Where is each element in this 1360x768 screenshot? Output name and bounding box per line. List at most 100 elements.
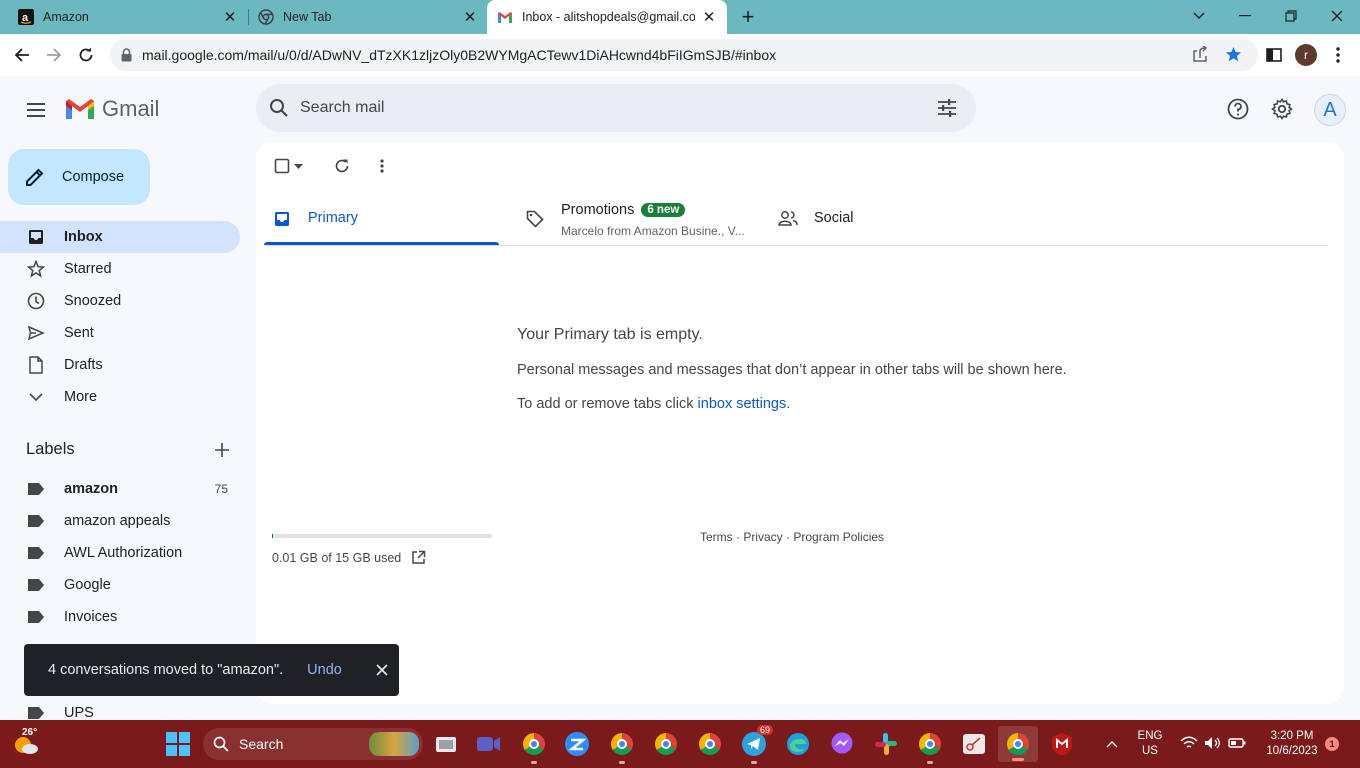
chrome-icon xyxy=(258,9,274,25)
show-hidden-icons-chevron[interactable] xyxy=(1096,728,1128,760)
main-menu-icon[interactable] xyxy=(22,96,50,124)
edge-icon[interactable] xyxy=(782,728,814,760)
mcafee-icon[interactable] xyxy=(1046,728,1078,760)
chrome-app-icon[interactable] xyxy=(518,728,550,764)
tab-search-chevron-icon[interactable] xyxy=(1176,0,1222,32)
new-tab-icon[interactable]: + xyxy=(736,4,760,29)
tab-promotions[interactable]: Promotions 6 new Marcelo from Amazon Bus… xyxy=(518,194,758,246)
tab-label: Social xyxy=(814,210,854,226)
browser-tab-inbox[interactable]: Inbox - alitshopdeals@gmail.com ✕ xyxy=(487,0,727,34)
nav-starred[interactable]: Starred xyxy=(0,253,240,285)
chrome-app-icon[interactable] xyxy=(914,728,946,764)
active-chrome-app[interactable] xyxy=(998,726,1038,762)
add-label-icon[interactable] xyxy=(210,438,234,462)
language-indicator[interactable]: ENG US xyxy=(1130,729,1170,759)
draft-icon xyxy=(26,355,46,375)
close-tab-icon[interactable]: ✕ xyxy=(701,9,717,26)
label-item[interactable]: amazon appeals xyxy=(0,505,240,537)
close-window-icon[interactable] xyxy=(1314,0,1360,32)
browser-tab-amazon[interactable]: a Amazon ✕ xyxy=(8,0,248,34)
more-vert-icon[interactable] xyxy=(1325,42,1351,68)
terms-link[interactable]: Terms xyxy=(700,530,733,544)
help-icon[interactable] xyxy=(1225,96,1251,122)
telegram-icon[interactable]: 69 xyxy=(738,725,774,764)
tab-title: New Tab xyxy=(283,10,332,24)
zoom-meeting-icon[interactable] xyxy=(473,728,505,760)
taskbar-search[interactable]: Search xyxy=(203,728,423,760)
close-icon[interactable] xyxy=(376,664,388,676)
clock-icon xyxy=(26,291,46,311)
start-button[interactable] xyxy=(162,728,194,760)
promotions-senders: Marcelo from Amazon Busine., V... xyxy=(561,224,745,238)
system-tray[interactable] xyxy=(1180,736,1246,750)
select-dropdown-icon[interactable] xyxy=(292,156,304,176)
restore-icon[interactable] xyxy=(1268,0,1314,32)
nav-more[interactable]: More xyxy=(0,381,240,413)
nav-inbox[interactable]: Inbox xyxy=(0,221,240,253)
footer-links: Terms · Privacy · Program Policies xyxy=(700,530,884,544)
browser-tab-new-tab[interactable]: New Tab ✕ xyxy=(248,0,488,34)
gmail-logo[interactable]: Gmail xyxy=(64,96,159,122)
messenger-icon[interactable] xyxy=(826,728,858,760)
battery-icon xyxy=(1228,738,1246,748)
nav-label: Snoozed xyxy=(64,293,122,309)
chrome-app-icon[interactable] xyxy=(650,728,682,760)
tabs-divider xyxy=(264,245,1328,246)
pencil-icon xyxy=(24,166,46,188)
label-item[interactable]: AWL Authorization xyxy=(0,537,240,569)
search-bar[interactable]: Search mail xyxy=(256,84,976,132)
back-icon[interactable] xyxy=(9,42,35,68)
side-panel-icon[interactable] xyxy=(1261,42,1287,68)
clock[interactable]: 3:20 PM 10/6/2023 xyxy=(1254,729,1330,759)
undo-button[interactable]: Undo xyxy=(307,662,342,678)
label-name: Google xyxy=(64,577,111,593)
profile-avatar[interactable]: r xyxy=(1293,42,1319,68)
refresh-icon[interactable] xyxy=(332,156,352,176)
nav-sent[interactable]: Sent xyxy=(0,317,240,349)
more-options-icon[interactable] xyxy=(372,156,392,176)
tab-social[interactable]: Social xyxy=(774,194,974,246)
inbox-settings-link[interactable]: inbox settings xyxy=(698,396,787,412)
nav-drafts[interactable]: Drafts xyxy=(0,349,240,381)
chrome-app-icon[interactable] xyxy=(694,728,726,760)
bookmark-star-icon[interactable] xyxy=(1225,46,1242,68)
search-icon[interactable] xyxy=(268,97,290,124)
notification-badge[interactable]: 1 xyxy=(1325,737,1339,751)
search-options-icon[interactable] xyxy=(936,98,958,123)
forward-icon[interactable] xyxy=(41,42,67,68)
chrome-app-icon xyxy=(1007,733,1029,755)
label-item[interactable]: amazon 75 xyxy=(0,473,240,505)
address-bar[interactable]: mail.google.com/mail/u/0/d/ADwNV_dTzXK1z… xyxy=(110,39,1258,71)
weather-widget[interactable]: 26° xyxy=(8,727,44,760)
star-icon xyxy=(26,259,46,279)
close-tab-icon[interactable]: ✕ xyxy=(462,9,478,26)
chrome-app-icon[interactable] xyxy=(606,728,638,764)
running-indicator xyxy=(751,761,757,764)
settings-gear-icon[interactable] xyxy=(1269,96,1295,122)
label-tag-icon xyxy=(28,483,44,495)
label-item[interactable]: Google xyxy=(0,569,240,601)
nav-snoozed[interactable]: Snoozed xyxy=(0,285,240,317)
share-icon[interactable] xyxy=(1192,45,1209,68)
zoom-app-icon[interactable] xyxy=(561,728,593,760)
privacy-link[interactable]: Privacy xyxy=(743,530,782,544)
program-policies-link[interactable]: Program Policies xyxy=(793,530,884,544)
snackbar: 4 conversations moved to "amazon". Undo xyxy=(24,644,399,696)
browser-tab-strip: a Amazon ✕ New Tab ✕ Inbox - alitshopdea… xyxy=(0,0,1360,34)
close-tab-icon[interactable]: ✕ xyxy=(222,9,238,26)
reload-icon[interactable] xyxy=(73,42,99,68)
compose-button[interactable]: Compose xyxy=(8,149,150,205)
tab-primary[interactable]: Primary xyxy=(264,194,499,246)
account-avatar[interactable]: A xyxy=(1314,94,1346,126)
lock-icon[interactable] xyxy=(121,48,132,67)
slack-icon[interactable] xyxy=(870,728,902,760)
label-item[interactable]: Invoices xyxy=(0,601,240,633)
minimize-icon[interactable] xyxy=(1222,0,1268,32)
select-all-checkbox[interactable] xyxy=(272,156,292,176)
search-input[interactable]: Search mail xyxy=(300,99,384,117)
open-external-icon[interactable] xyxy=(411,550,426,565)
tab-title: Inbox - alitshopdeals@gmail.com xyxy=(522,10,695,24)
amazon-icon: a xyxy=(18,9,34,25)
task-view-icon[interactable] xyxy=(430,728,462,760)
snipping-tool-icon[interactable] xyxy=(958,728,990,760)
